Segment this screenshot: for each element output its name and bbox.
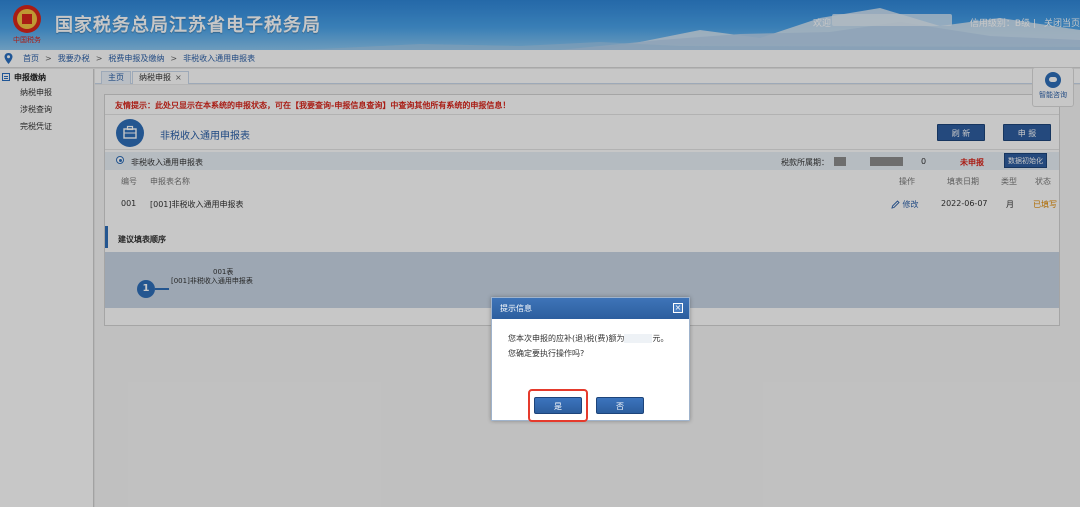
dialog-confirm-line: 您确定要执行操作吗? xyxy=(508,349,585,358)
confirm-dialog: 提示信息 × 您本次申报的应补(退)税(费)额为 元。 您确定要执行操作吗? 是 … xyxy=(491,297,690,422)
dialog-message: 您本次申报的应补(退)税(费)额为 元。 您确定要执行操作吗? xyxy=(492,319,689,361)
modal-overlay xyxy=(0,0,1080,507)
dialog-close-icon[interactable]: × xyxy=(673,303,683,313)
amount-redacted xyxy=(624,334,653,343)
dialog-amount-line: 您本次申报的应补(退)税(费)额为 元。 xyxy=(508,334,669,343)
yes-button-highlight xyxy=(528,389,588,422)
dialog-header: 提示信息 × xyxy=(492,298,689,319)
dialog-title: 提示信息 xyxy=(500,304,532,313)
no-button[interactable]: 否 xyxy=(596,397,644,414)
